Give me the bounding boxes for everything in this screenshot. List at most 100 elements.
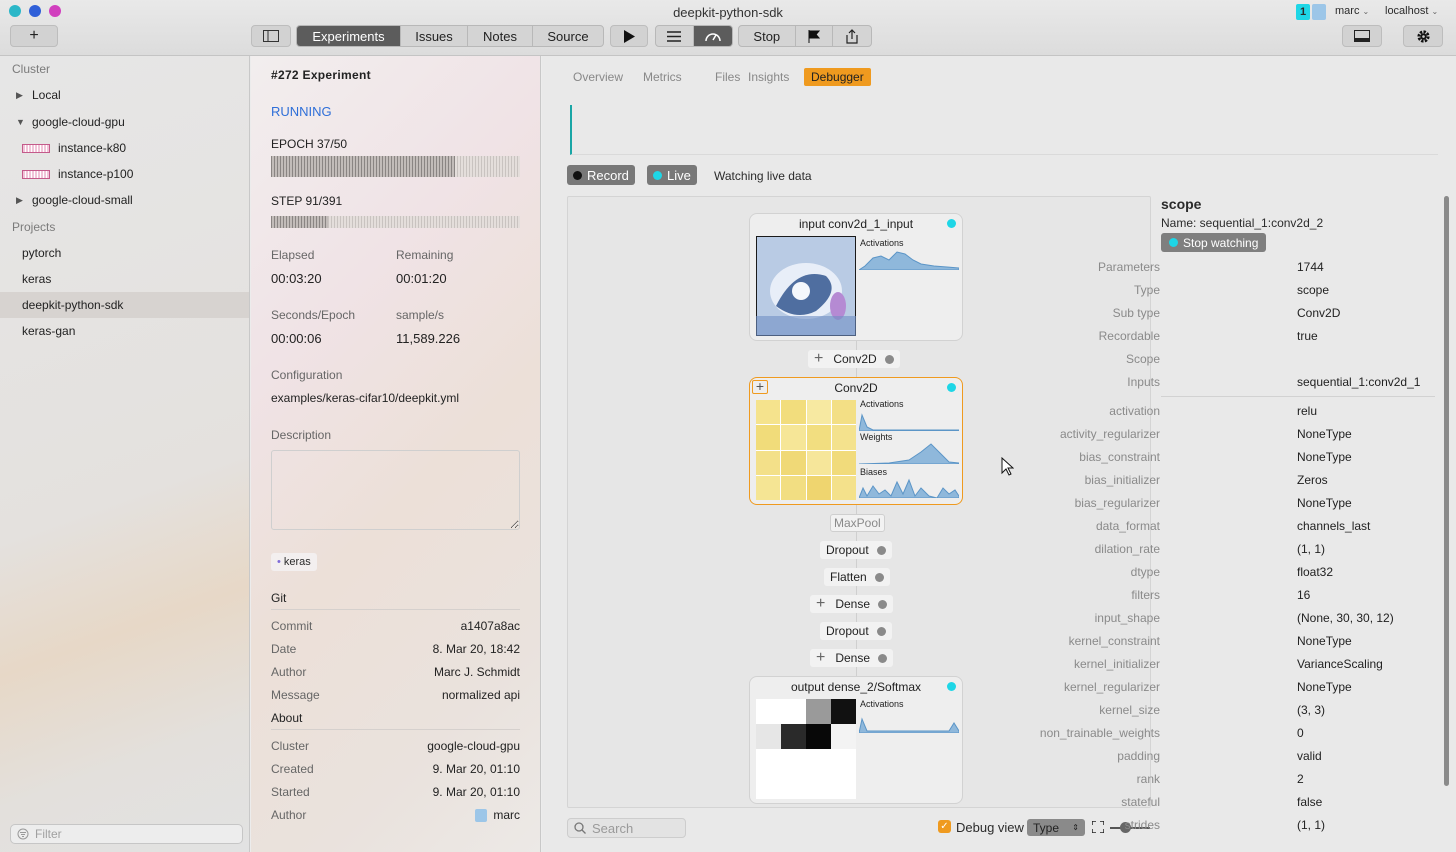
layer-dropout-chip[interactable]: Dropout: [820, 541, 892, 559]
sidebar-item-pytorch[interactable]: pytorch: [0, 240, 249, 266]
output-node[interactable]: output dense_2/Softmax Activations: [749, 676, 963, 804]
record-button[interactable]: Record: [567, 165, 635, 185]
stop-watching-button[interactable]: Stop watching: [1161, 233, 1267, 252]
layer-label: Conv2D: [833, 352, 877, 366]
view-mode: [655, 25, 733, 47]
sidebar-item-keras[interactable]: keras: [0, 266, 249, 292]
layer-label: Flatten: [830, 570, 867, 584]
search-input[interactable]: Search: [567, 818, 686, 838]
layer-flatten-chip[interactable]: Flatten: [824, 568, 890, 586]
row-key: Created: [271, 762, 314, 776]
record-label: Record: [587, 167, 629, 183]
property-value: 16: [1297, 588, 1311, 602]
sidebar-item-google-cloud-gpu[interactable]: ▼ google-cloud-gpu: [0, 109, 249, 135]
property-value: scope: [1297, 283, 1330, 297]
description-textarea[interactable]: [271, 450, 520, 530]
property-key: dilation_rate: [1094, 542, 1160, 556]
watch-dot: [878, 599, 888, 609]
dashboard-view-button[interactable]: [693, 26, 732, 46]
list-icon: [667, 30, 682, 42]
tab-experiments[interactable]: Experiments: [297, 26, 401, 46]
step-progress-bar: [271, 216, 520, 228]
step-label: STEP 91/391: [271, 194, 343, 208]
tab-metrics[interactable]: Metrics: [636, 68, 689, 86]
activations-label: Activations: [860, 699, 904, 709]
property-value: (3, 3): [1297, 703, 1326, 717]
tab-insights[interactable]: Insights: [741, 68, 796, 86]
toggle-sidebar-button[interactable]: [251, 25, 291, 47]
timeline[interactable]: [570, 105, 1438, 155]
sidebar-item-instance-k80[interactable]: instance-k80: [0, 135, 249, 161]
divider: [271, 729, 520, 730]
filter-grid: [756, 400, 856, 500]
watch-indicator: [947, 219, 956, 228]
search-placeholder: Search: [592, 820, 634, 836]
filter-placeholder: Filter: [35, 827, 62, 841]
share-button[interactable]: [833, 26, 871, 46]
samples-value: 11,589.226: [396, 331, 461, 346]
description-label: Description: [271, 428, 332, 442]
tab-overview[interactable]: Overview: [566, 68, 630, 86]
cluster-heading: Cluster: [12, 62, 51, 76]
add-button[interactable]: +: [10, 25, 58, 47]
settings-button[interactable]: [1403, 25, 1443, 47]
divider: [1161, 396, 1435, 397]
layer-label: Dense: [835, 651, 871, 665]
host-menu[interactable]: localhost ⌄: [1385, 5, 1438, 17]
configuration-value[interactable]: examples/keras-cifar10/deepkit.yml: [271, 391, 459, 405]
live-button[interactable]: Live: [647, 165, 697, 185]
notification-badge[interactable]: 1: [1296, 4, 1310, 20]
property-key: Sub type: [1112, 306, 1160, 320]
sidebar-item-keras-gan[interactable]: keras-gan: [0, 318, 249, 344]
record-dot-icon: [573, 170, 582, 180]
property-key: kernel_size: [1099, 703, 1160, 717]
user-menu[interactable]: marc ⌄: [1335, 5, 1369, 17]
experiment-title: #272 Experiment: [271, 68, 371, 82]
layer-maxpool-chip[interactable]: MaxPool: [830, 514, 885, 532]
filter-input[interactable]: Filter: [10, 824, 243, 844]
sidebar-item-deepkit-python-sdk[interactable]: deepkit-python-sdk: [0, 292, 249, 318]
property-key: rank: [1136, 772, 1160, 786]
git-heading: Git: [271, 591, 287, 605]
list-view-button[interactable]: [656, 26, 694, 46]
property-value: true: [1297, 329, 1318, 343]
row-value: Marc J. Schmidt: [433, 665, 520, 679]
layer-dense-chip[interactable]: + Dense: [810, 649, 894, 667]
toggle-bottom-panel-button[interactable]: [1342, 25, 1382, 47]
tab-source[interactable]: Source: [533, 26, 603, 46]
input-node[interactable]: input conv2d_1_input Activations: [749, 213, 963, 341]
row-key: Commit: [271, 619, 313, 633]
debug-view-checkbox[interactable]: ✓: [938, 820, 951, 833]
stop-button[interactable]: Stop: [739, 26, 796, 46]
property-key: kernel_regularizer: [1063, 680, 1160, 694]
tab-issues[interactable]: Issues: [401, 26, 468, 46]
property-value: relu: [1297, 404, 1318, 418]
property-key: non_trainable_weights: [1039, 726, 1160, 740]
flag-button[interactable]: [796, 26, 834, 46]
row-value: a1407a8ac: [460, 619, 520, 633]
property-key: kernel_initializer: [1073, 657, 1160, 671]
search-icon: [574, 822, 586, 834]
tab-debugger[interactable]: Debugger: [804, 68, 871, 86]
layer-dropout-chip[interactable]: Dropout: [820, 622, 892, 640]
property-value: (1, 1): [1297, 542, 1326, 556]
seconds-epoch-label: Seconds/Epoch: [271, 308, 356, 322]
vertical-scrollbar[interactable]: [1444, 196, 1449, 786]
about-row: Author marc: [271, 808, 520, 823]
tag-dot-icon: •: [277, 556, 281, 568]
layer-dense-chip[interactable]: + Dense: [810, 595, 894, 613]
layer-conv2d-chip[interactable]: + Conv2D: [808, 350, 900, 368]
property-value: VarianceScaling: [1297, 657, 1383, 671]
debug-view-label: Debug view: [956, 820, 1024, 835]
node-title: output dense_2/Softmax: [790, 680, 922, 694]
sidebar-item-instance-p100[interactable]: instance-p100: [0, 161, 249, 187]
sidebar-item-google-cloud-small[interactable]: ▶ google-cloud-small: [0, 187, 249, 213]
sidebar-item-local[interactable]: ▶ Local: [0, 82, 249, 108]
row-value: marc: [475, 808, 520, 823]
tag-chip[interactable]: • keras: [271, 553, 317, 571]
live-dot-icon: [653, 170, 662, 180]
conv2d-node[interactable]: + Conv2D Activations Weights Biases: [749, 377, 963, 505]
sidebar-item-label: instance-p100: [58, 167, 134, 181]
run-button[interactable]: [610, 25, 648, 47]
tab-notes[interactable]: Notes: [468, 26, 533, 46]
